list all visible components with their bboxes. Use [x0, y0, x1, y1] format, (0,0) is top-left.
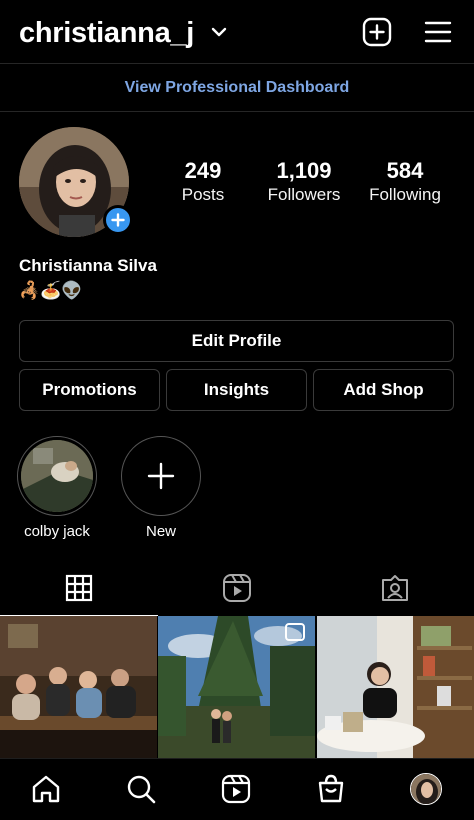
profile-tabs — [0, 560, 474, 616]
add-story-button[interactable] — [103, 205, 133, 235]
plus-icon — [111, 213, 125, 227]
posts-stat[interactable]: 249 Posts — [153, 158, 253, 206]
tagged-icon — [382, 575, 408, 601]
posts-grid — [0, 616, 474, 758]
hamburger-menu-icon[interactable] — [424, 19, 452, 45]
promotions-button[interactable]: Promotions — [19, 369, 160, 411]
tab-tagged[interactable] — [316, 560, 474, 616]
professional-dashboard-banner[interactable]: View Professional Dashboard — [0, 64, 474, 112]
shop-icon[interactable] — [315, 773, 347, 805]
add-shop-button[interactable]: Add Shop — [313, 369, 454, 411]
insights-button[interactable]: Insights — [166, 369, 307, 411]
profile-full-name: Christianna Silva — [19, 256, 157, 275]
professional-dashboard-link[interactable]: View Professional Dashboard — [125, 79, 350, 97]
profile-avatar[interactable] — [410, 773, 442, 805]
post-thumbnail[interactable] — [158, 616, 315, 758]
profile-username[interactable]: christianna_j — [19, 13, 194, 53]
post-thumbnail[interactable] — [0, 616, 157, 758]
new-highlight-ring[interactable] — [121, 436, 201, 516]
search-icon[interactable] — [125, 773, 157, 805]
grid-icon — [65, 574, 93, 601]
chevron-down-icon[interactable] — [209, 22, 229, 42]
bottom-navigation — [0, 758, 474, 820]
top-bar: christianna_j — [0, 0, 474, 64]
following-label: Following — [369, 185, 441, 204]
profile-avatar-container[interactable] — [19, 127, 133, 237]
plus-icon — [147, 462, 175, 490]
reels-icon[interactable] — [220, 773, 252, 805]
following-count: 584 — [386, 158, 424, 183]
highlight-thumbnail — [21, 440, 93, 512]
edit-profile-button[interactable]: Edit Profile — [19, 320, 454, 362]
followers-label: Followers — [267, 185, 341, 204]
highlight-label: New — [145, 523, 176, 540]
posts-count: 249 — [184, 158, 222, 183]
plus-square-icon[interactable] — [362, 17, 392, 47]
post-thumbnail[interactable] — [317, 616, 474, 758]
home-icon[interactable] — [30, 773, 62, 805]
following-stat[interactable]: 584 Following — [355, 158, 455, 206]
posts-label: Posts — [181, 185, 225, 204]
highlight-ring[interactable] — [17, 436, 97, 516]
followers-stat[interactable]: 1,109 Followers — [254, 158, 354, 206]
reels-icon — [223, 574, 251, 602]
profile-bio: 🦂🍝👽 — [19, 281, 83, 300]
followers-count: 1,109 — [276, 158, 332, 183]
tab-reels[interactable] — [158, 560, 316, 616]
highlight-colby-jack[interactable]: colby jack — [17, 436, 97, 540]
tab-posts-grid[interactable] — [0, 560, 158, 616]
highlight-new[interactable]: New — [121, 436, 201, 540]
highlight-label: colby jack — [24, 523, 90, 540]
